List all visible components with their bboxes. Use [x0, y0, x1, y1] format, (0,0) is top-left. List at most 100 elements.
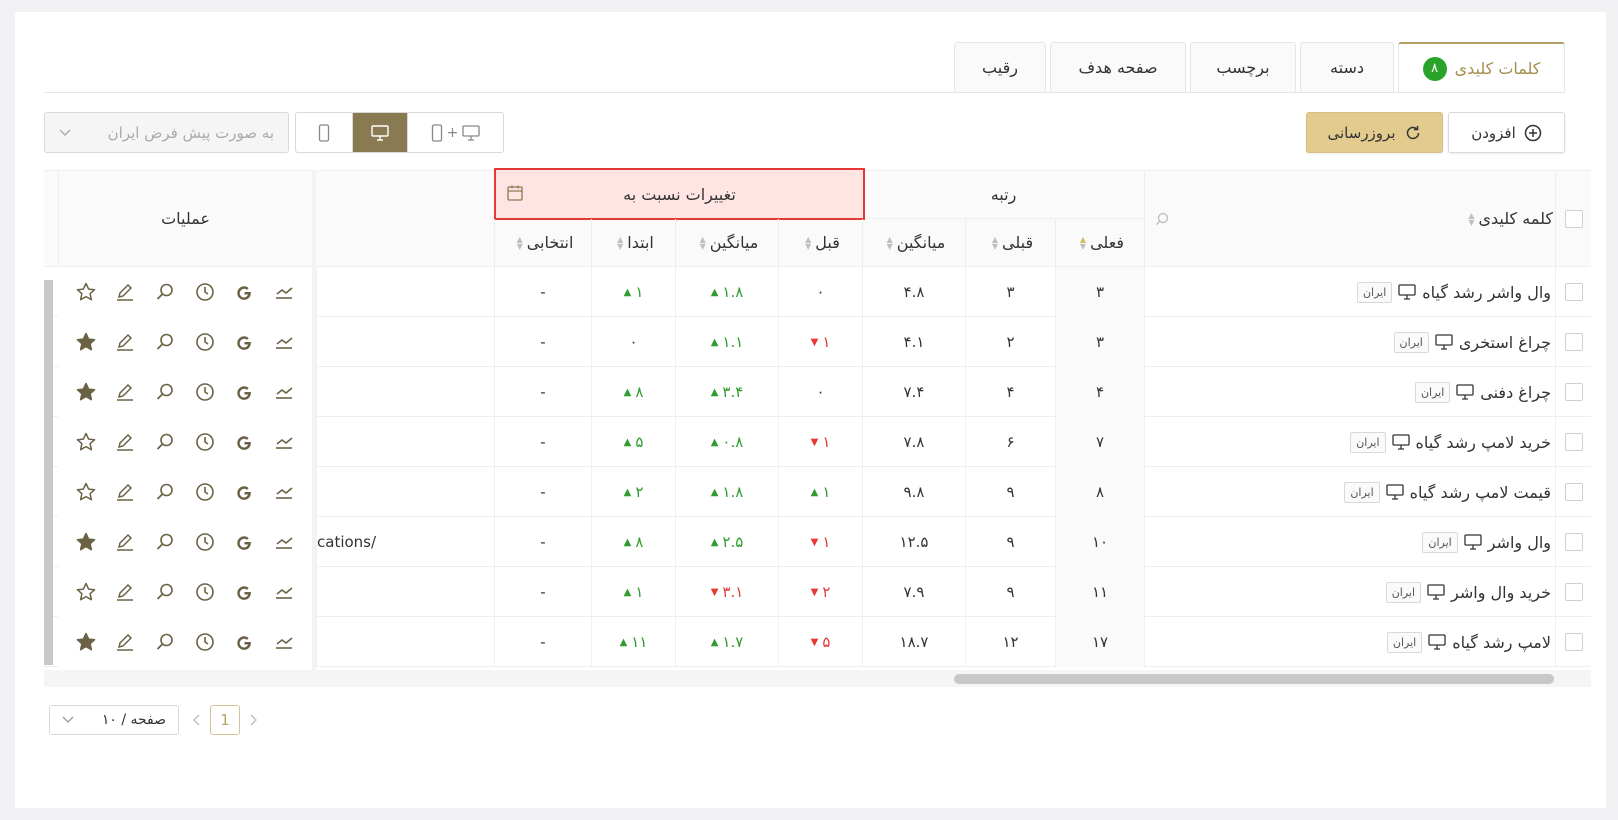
- google-icon[interactable]: [233, 381, 255, 403]
- star-icon[interactable]: [75, 331, 97, 353]
- history-icon[interactable]: [194, 531, 216, 553]
- keyword-text[interactable]: خرید لامپ رشد گیاه: [1416, 433, 1551, 452]
- table-row[interactable]: ایران قیمت لامپ رشد گیاه ۸ ۹ ۹.۸ ۱ ▲ ۱.۸ ▲ ۲ ▲ -: [44, 467, 1591, 517]
- star-icon[interactable]: [75, 631, 97, 653]
- chart-icon[interactable]: [273, 631, 295, 653]
- tab-target-page[interactable]: صفحه هدف: [1050, 42, 1186, 92]
- edit-icon[interactable]: [114, 381, 136, 403]
- row-checkbox[interactable]: [1564, 533, 1583, 551]
- tab-keywords[interactable]: کلمات کلیدی ۸: [1398, 42, 1565, 93]
- tab-label[interactable]: برچسب: [1190, 42, 1296, 92]
- star-icon[interactable]: [75, 481, 97, 503]
- keyword-text[interactable]: لامپ رشد گیاه: [1452, 633, 1551, 652]
- tab-category[interactable]: دسته: [1300, 42, 1394, 92]
- edit-icon[interactable]: [114, 531, 136, 553]
- star-icon[interactable]: [75, 431, 97, 453]
- row-checkbox[interactable]: [1564, 483, 1583, 501]
- keyword-text[interactable]: وال واشر رشد گیاه: [1422, 283, 1551, 302]
- select-all-checkbox[interactable]: [1564, 209, 1583, 228]
- table-row[interactable]: ایران وال واشر ۱۰ ۹ ۱۲.۵ ۱ ▼ ۲.۵ ▲ ۸ ▲ - cations/: [44, 517, 1591, 567]
- table-row[interactable]: ایران خرید وال واشر ۱۱ ۹ ۷.۹ ۲ ▼ ۳.۱ ▼ ۱ ▲ -: [44, 567, 1591, 617]
- keyword-text[interactable]: چراغ دفنی: [1480, 383, 1551, 402]
- chart-icon[interactable]: [273, 381, 295, 403]
- google-icon[interactable]: [233, 631, 255, 653]
- header-changes-group[interactable]: تغییرات نسبت به: [494, 168, 865, 220]
- search-icon[interactable]: [154, 631, 176, 653]
- header-keyword[interactable]: ▲ ▼ کلمه کلیدی: [1144, 171, 1555, 266]
- device-both-option[interactable]: +: [407, 113, 503, 152]
- search-icon[interactable]: [154, 531, 176, 553]
- chart-icon[interactable]: [273, 331, 295, 353]
- device-desktop-option[interactable]: [352, 113, 407, 152]
- google-icon[interactable]: [233, 331, 255, 353]
- search-icon[interactable]: [154, 481, 176, 503]
- search-icon[interactable]: [1155, 212, 1169, 226]
- row-checkbox[interactable]: [1564, 583, 1583, 601]
- row-checkbox[interactable]: [1564, 283, 1583, 301]
- header-before[interactable]: ▲ ▼ قبل: [778, 219, 862, 266]
- google-icon[interactable]: [233, 481, 255, 503]
- row-checkbox[interactable]: [1564, 433, 1583, 451]
- horizontal-scrollbar-thumb[interactable]: [954, 674, 1554, 684]
- star-icon[interactable]: [75, 281, 97, 303]
- search-icon[interactable]: [154, 381, 176, 403]
- edit-icon[interactable]: [114, 581, 136, 603]
- table-row[interactable]: ایران وال واشر رشد گیاه ۳ ۳ ۴.۸ ۰ ۱.۸ ▲ ۱ ▲ -: [44, 267, 1591, 317]
- calendar-icon[interactable]: [506, 184, 524, 202]
- star-icon[interactable]: [75, 531, 97, 553]
- prev-page-button[interactable]: [187, 705, 207, 735]
- header-selected[interactable]: ▲ ▼ انتخابی: [494, 219, 591, 266]
- sort-icon[interactable]: ▲ ▼: [992, 235, 998, 250]
- history-icon[interactable]: [194, 281, 216, 303]
- table-row[interactable]: ایران خرید لامپ رشد گیاه ۷ ۶ ۷.۸ ۱ ▼ ۰.۸ ▲ ۵ ▲ -: [44, 417, 1591, 467]
- chart-icon[interactable]: [273, 431, 295, 453]
- header-average[interactable]: ▲ ▼ میانگین: [862, 219, 965, 266]
- history-icon[interactable]: [194, 481, 216, 503]
- refresh-button[interactable]: بروزرسانی: [1306, 112, 1443, 153]
- history-icon[interactable]: [194, 331, 216, 353]
- sort-icon[interactable]: ▲ ▼: [617, 235, 623, 250]
- keyword-text[interactable]: چراغ استخری: [1459, 333, 1551, 352]
- google-icon[interactable]: [233, 281, 255, 303]
- sort-icon[interactable]: ▲ ▼: [1468, 211, 1474, 226]
- history-icon[interactable]: [194, 381, 216, 403]
- horizontal-scrollbar[interactable]: [44, 670, 1591, 687]
- keyword-text[interactable]: قیمت لامپ رشد گیاه: [1410, 483, 1551, 502]
- keyword-text[interactable]: وال واشر: [1488, 533, 1551, 552]
- page-current[interactable]: 1: [210, 705, 240, 735]
- table-row[interactable]: ایران لامپ رشد گیاه ۱۷ ۱۲ ۱۸.۷ ۵ ▼ ۱.۷ ▲ ۱۱ ▲ -: [44, 617, 1591, 667]
- header-current[interactable]: ▲ ▼ فعلی: [1055, 219, 1144, 266]
- history-icon[interactable]: [194, 581, 216, 603]
- header-start[interactable]: ▲ ▼ ابتدا: [591, 219, 675, 266]
- history-icon[interactable]: [194, 431, 216, 453]
- device-mobile-option[interactable]: [296, 113, 352, 152]
- google-icon[interactable]: [233, 531, 255, 553]
- sort-icon[interactable]: ▲ ▼: [700, 235, 706, 250]
- edit-icon[interactable]: [114, 431, 136, 453]
- table-row[interactable]: ایران چراغ استخری ۳ ۲ ۴.۱ ۱ ▼ ۱.۱ ▲ ۰-: [44, 317, 1591, 367]
- star-icon[interactable]: [75, 381, 97, 403]
- next-page-button[interactable]: [243, 705, 263, 735]
- edit-icon[interactable]: [114, 481, 136, 503]
- edit-icon[interactable]: [114, 281, 136, 303]
- search-icon[interactable]: [154, 581, 176, 603]
- keyword-text[interactable]: خرید وال واشر: [1451, 583, 1551, 602]
- chart-icon[interactable]: [273, 581, 295, 603]
- search-icon[interactable]: [154, 331, 176, 353]
- search-icon[interactable]: [154, 431, 176, 453]
- page-size-select[interactable]: ۱۰ / صفحه: [49, 705, 179, 735]
- header-previous[interactable]: ▲ ▼ قبلی: [965, 219, 1055, 266]
- row-checkbox[interactable]: [1564, 383, 1583, 401]
- search-icon[interactable]: [154, 281, 176, 303]
- google-icon[interactable]: [233, 581, 255, 603]
- header-avg-change[interactable]: ▲ ▼ میانگین: [675, 219, 778, 266]
- edit-icon[interactable]: [114, 631, 136, 653]
- row-checkbox[interactable]: [1564, 333, 1583, 351]
- region-select[interactable]: به صورت پیش فرض ایران: [44, 112, 289, 153]
- chart-icon[interactable]: [273, 531, 295, 553]
- sort-icon[interactable]: ▲ ▼: [517, 235, 523, 250]
- sort-icon[interactable]: ▲ ▼: [805, 235, 811, 250]
- sort-icon[interactable]: ▲ ▼: [887, 235, 893, 250]
- chart-icon[interactable]: [273, 281, 295, 303]
- chart-icon[interactable]: [273, 481, 295, 503]
